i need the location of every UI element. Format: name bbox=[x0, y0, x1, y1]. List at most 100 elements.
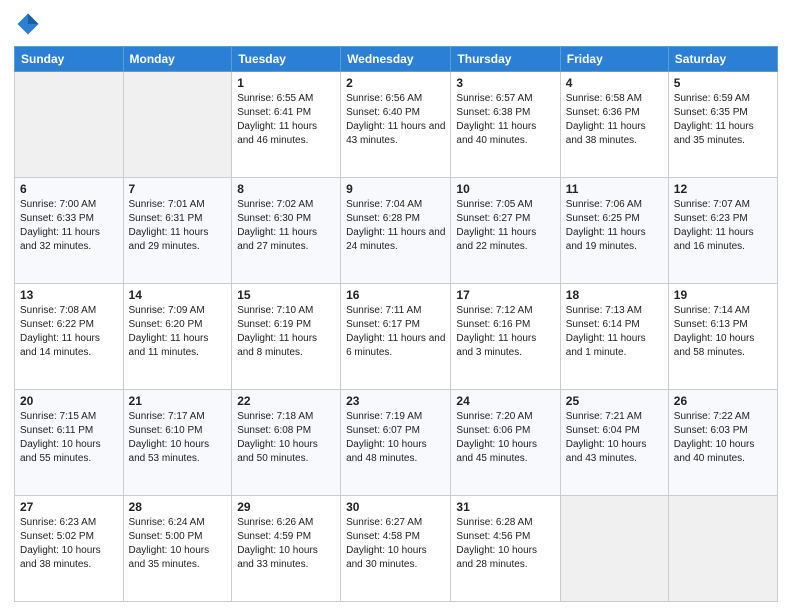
daylight-text: Daylight: 11 hours and 29 minutes. bbox=[129, 226, 227, 254]
sunrise-text: Sunrise: 7:04 AM bbox=[346, 198, 445, 212]
day-info: Sunrise: 7:21 AMSunset: 6:04 PMDaylight:… bbox=[566, 410, 663, 466]
sunset-text: Sunset: 6:06 PM bbox=[456, 424, 554, 438]
sunrise-text: Sunrise: 7:07 AM bbox=[674, 198, 772, 212]
sunrise-text: Sunrise: 7:01 AM bbox=[129, 198, 227, 212]
daylight-text: Daylight: 11 hours and 14 minutes. bbox=[20, 332, 118, 360]
sunrise-text: Sunrise: 6:23 AM bbox=[20, 516, 118, 530]
sunset-text: Sunset: 6:04 PM bbox=[566, 424, 663, 438]
day-info: Sunrise: 7:02 AMSunset: 6:30 PMDaylight:… bbox=[237, 198, 335, 254]
daylight-text: Daylight: 10 hours and 45 minutes. bbox=[456, 438, 554, 466]
calendar-cell: 5Sunrise: 6:59 AMSunset: 6:35 PMDaylight… bbox=[668, 72, 777, 178]
calendar-cell: 22Sunrise: 7:18 AMSunset: 6:08 PMDayligh… bbox=[232, 390, 341, 496]
week-row-4: 20Sunrise: 7:15 AMSunset: 6:11 PMDayligh… bbox=[15, 390, 778, 496]
sunset-text: Sunset: 6:08 PM bbox=[237, 424, 335, 438]
calendar-cell: 28Sunrise: 6:24 AMSunset: 5:00 PMDayligh… bbox=[123, 496, 232, 602]
weekday-header-row: SundayMondayTuesdayWednesdayThursdayFrid… bbox=[15, 47, 778, 72]
week-row-3: 13Sunrise: 7:08 AMSunset: 6:22 PMDayligh… bbox=[15, 284, 778, 390]
day-number: 24 bbox=[456, 394, 554, 408]
day-number: 28 bbox=[129, 500, 227, 514]
sunset-text: Sunset: 6:10 PM bbox=[129, 424, 227, 438]
sunrise-text: Sunrise: 7:20 AM bbox=[456, 410, 554, 424]
sunset-text: Sunset: 5:02 PM bbox=[20, 530, 118, 544]
calendar-cell: 8 Sunrise: 7:02 AMSunset: 6:30 PMDaylight… bbox=[232, 178, 341, 284]
day-number: 12 bbox=[674, 182, 772, 196]
sunrise-text: Sunrise: 7:08 AM bbox=[20, 304, 118, 318]
sunrise-text: Sunrise: 6:59 AM bbox=[674, 92, 772, 106]
weekday-header-monday: Monday bbox=[123, 47, 232, 72]
sunset-text: Sunset: 6:07 PM bbox=[346, 424, 445, 438]
sunset-text: Sunset: 6:23 PM bbox=[674, 212, 772, 226]
calendar-cell: 23Sunrise: 7:19 AMSunset: 6:07 PMDayligh… bbox=[341, 390, 451, 496]
sunrise-text: Sunrise: 7:22 AM bbox=[674, 410, 772, 424]
daylight-text: Daylight: 11 hours and 24 minutes. bbox=[346, 226, 445, 254]
day-info: Sunrise: 7:14 AMSunset: 6:13 PMDaylight:… bbox=[674, 304, 772, 360]
sunset-text: Sunset: 5:00 PM bbox=[129, 530, 227, 544]
daylight-text: Daylight: 10 hours and 35 minutes. bbox=[129, 544, 227, 572]
day-info: Sunrise: 7:22 AMSunset: 6:03 PMDaylight:… bbox=[674, 410, 772, 466]
sunset-text: Sunset: 6:03 PM bbox=[674, 424, 772, 438]
sunset-text: Sunset: 6:28 PM bbox=[346, 212, 445, 226]
sunrise-text: Sunrise: 6:27 AM bbox=[346, 516, 445, 530]
sunrise-text: Sunrise: 7:14 AM bbox=[674, 304, 772, 318]
daylight-text: Daylight: 11 hours and 3 minutes. bbox=[456, 332, 554, 360]
sunset-text: Sunset: 6:31 PM bbox=[129, 212, 227, 226]
day-number: 8 bbox=[237, 182, 335, 196]
day-number: 17 bbox=[456, 288, 554, 302]
daylight-text: Daylight: 10 hours and 33 minutes. bbox=[237, 544, 335, 572]
daylight-text: Daylight: 10 hours and 58 minutes. bbox=[674, 332, 772, 360]
calendar-cell: 31Sunrise: 6:28 AMSunset: 4:56 PMDayligh… bbox=[451, 496, 560, 602]
day-info: Sunrise: 6:55 AMSunset: 6:41 PMDaylight:… bbox=[237, 92, 335, 148]
sunrise-text: Sunrise: 6:56 AM bbox=[346, 92, 445, 106]
sunrise-text: Sunrise: 7:19 AM bbox=[346, 410, 445, 424]
calendar-cell: 27Sunrise: 6:23 AMSunset: 5:02 PMDayligh… bbox=[15, 496, 124, 602]
calendar-cell: 18Sunrise: 7:13 AMSunset: 6:14 PMDayligh… bbox=[560, 284, 668, 390]
sunset-text: Sunset: 6:14 PM bbox=[566, 318, 663, 332]
day-number: 5 bbox=[674, 76, 772, 90]
day-info: Sunrise: 6:57 AMSunset: 6:38 PMDaylight:… bbox=[456, 92, 554, 148]
calendar-cell: 7 Sunrise: 7:01 AMSunset: 6:31 PMDaylight… bbox=[123, 178, 232, 284]
calendar-cell: 19 Sunrise: 7:14 AMSunset: 6:13 PMDayligh… bbox=[668, 284, 777, 390]
calendar-table: SundayMondayTuesdayWednesdayThursdayFrid… bbox=[14, 46, 778, 602]
sunrise-text: Sunrise: 6:57 AM bbox=[456, 92, 554, 106]
day-number: 19 bbox=[674, 288, 772, 302]
calendar-cell: 6 Sunrise: 7:00 AMSunset: 6:33 PMDaylight… bbox=[15, 178, 124, 284]
day-info: Sunrise: 7:06 AMSunset: 6:25 PMDaylight:… bbox=[566, 198, 663, 254]
weekday-header-friday: Friday bbox=[560, 47, 668, 72]
daylight-text: Daylight: 10 hours and 43 minutes. bbox=[566, 438, 663, 466]
weekday-header-sunday: Sunday bbox=[15, 47, 124, 72]
day-number: 6 bbox=[20, 182, 118, 196]
day-number: 30 bbox=[346, 500, 445, 514]
day-info: Sunrise: 7:07 AMSunset: 6:23 PMDaylight:… bbox=[674, 198, 772, 254]
day-info: Sunrise: 7:01 AMSunset: 6:31 PMDaylight:… bbox=[129, 198, 227, 254]
day-info: Sunrise: 7:15 AMSunset: 6:11 PMDaylight:… bbox=[20, 410, 118, 466]
day-number: 21 bbox=[129, 394, 227, 408]
sunrise-text: Sunrise: 7:11 AM bbox=[346, 304, 445, 318]
calendar-cell: 1Sunrise: 6:55 AMSunset: 6:41 PMDaylight… bbox=[232, 72, 341, 178]
daylight-text: Daylight: 11 hours and 6 minutes. bbox=[346, 332, 445, 360]
daylight-text: Daylight: 11 hours and 16 minutes. bbox=[674, 226, 772, 254]
day-number: 27 bbox=[20, 500, 118, 514]
day-info: Sunrise: 7:00 AMSunset: 6:33 PMDaylight:… bbox=[20, 198, 118, 254]
sunrise-text: Sunrise: 7:18 AM bbox=[237, 410, 335, 424]
calendar-cell: 10Sunrise: 7:05 AMSunset: 6:27 PMDayligh… bbox=[451, 178, 560, 284]
calendar-cell: 26Sunrise: 7:22 AMSunset: 6:03 PMDayligh… bbox=[668, 390, 777, 496]
calendar-cell: 2Sunrise: 6:56 AMSunset: 6:40 PMDaylight… bbox=[341, 72, 451, 178]
calendar-cell bbox=[560, 496, 668, 602]
daylight-text: Daylight: 11 hours and 11 minutes. bbox=[129, 332, 227, 360]
daylight-text: Daylight: 11 hours and 43 minutes. bbox=[346, 120, 445, 148]
day-info: Sunrise: 6:28 AMSunset: 4:56 PMDaylight:… bbox=[456, 516, 554, 572]
calendar-cell: 9Sunrise: 7:04 AMSunset: 6:28 PMDaylight… bbox=[341, 178, 451, 284]
day-number: 7 bbox=[129, 182, 227, 196]
day-info: Sunrise: 7:17 AMSunset: 6:10 PMDaylight:… bbox=[129, 410, 227, 466]
weekday-header-thursday: Thursday bbox=[451, 47, 560, 72]
day-number: 22 bbox=[237, 394, 335, 408]
sunrise-text: Sunrise: 6:26 AM bbox=[237, 516, 335, 530]
day-info: Sunrise: 6:26 AMSunset: 4:59 PMDaylight:… bbox=[237, 516, 335, 572]
calendar-cell: 16Sunrise: 7:11 AMSunset: 6:17 PMDayligh… bbox=[341, 284, 451, 390]
sunrise-text: Sunrise: 7:17 AM bbox=[129, 410, 227, 424]
daylight-text: Daylight: 10 hours and 40 minutes. bbox=[674, 438, 772, 466]
sunset-text: Sunset: 6:17 PM bbox=[346, 318, 445, 332]
sunrise-text: Sunrise: 7:13 AM bbox=[566, 304, 663, 318]
day-info: Sunrise: 7:20 AMSunset: 6:06 PMDaylight:… bbox=[456, 410, 554, 466]
daylight-text: Daylight: 11 hours and 1 minute. bbox=[566, 332, 663, 360]
